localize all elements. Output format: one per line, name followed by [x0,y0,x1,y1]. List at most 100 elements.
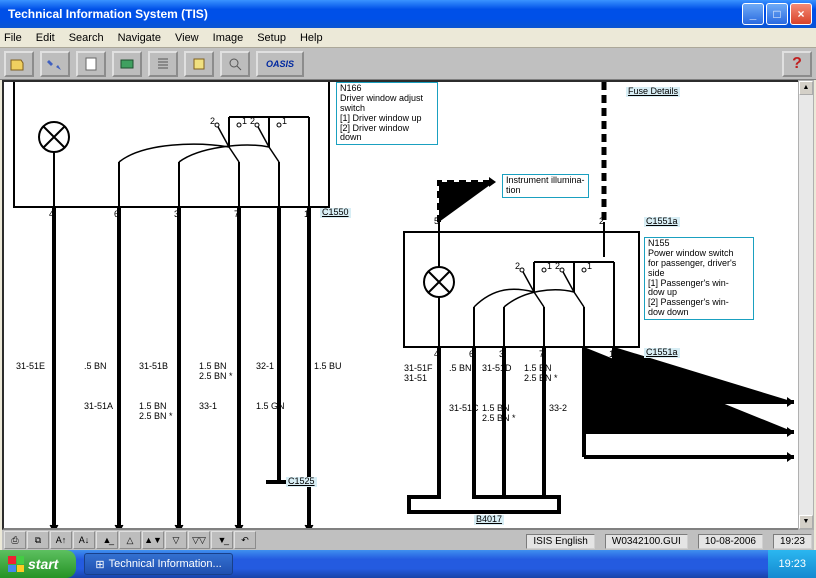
wire: 31-51B [139,362,168,372]
menu-search[interactable]: Search [69,32,104,44]
scroll-up-icon[interactable]: ▲ [799,81,813,95]
bb-last-icon[interactable]: ▽▽ [188,531,210,549]
status-time: 19:23 [773,534,812,549]
pin: 1 [609,350,614,360]
taskbar-app[interactable]: ⊞ Technical Information... [84,553,232,575]
diagram-canvas[interactable]: N166 Driver window adjust switch [1] Dri… [2,80,814,530]
menu-file[interactable]: File [4,32,22,44]
pin: 3 [174,210,179,220]
vertical-scrollbar[interactable]: ▲ ▼ [798,80,814,530]
wire: 33-2 [549,404,567,414]
bb-copy-icon[interactable]: ⧉ [27,531,49,549]
wire: 1.5 BN2.5 BN * [199,362,233,382]
wire: 31-51E [16,362,45,372]
pin: 2 [599,217,604,227]
menu-view[interactable]: View [175,32,199,44]
tb-tools-icon[interactable] [40,51,70,77]
wire: 33-1 [199,402,217,412]
conn-b4017[interactable]: B4017 [474,515,504,525]
titlebar: Technical Information System (TIS) _ □ × [0,0,816,28]
pin: 6 [114,210,119,220]
menu-navigate[interactable]: Navigate [118,32,161,44]
menu-image[interactable]: Image [213,32,244,44]
bb-down-icon[interactable]: ▽ [165,531,187,549]
pin: 7 [234,210,239,220]
tray-clock: 19:23 [778,558,806,570]
tb-doc-icon[interactable] [76,51,106,77]
wire: .5 BN [84,362,107,372]
toolbar: OASIS ? [0,48,816,80]
bb-print-icon[interactable]: ⎙ [4,531,26,549]
tb-help-icon[interactable]: ? [782,51,812,77]
bb-updown-icon[interactable]: ▲▼ [142,531,164,549]
pin: 7 [539,350,544,360]
bb-zoomin-icon[interactable]: A↑ [50,531,72,549]
wire: 31-51C [449,404,479,414]
pin: 1 [304,210,309,220]
pin: 1 [587,262,592,272]
wire: 31-51F31-51 [404,364,433,384]
tb-list-icon[interactable] [148,51,178,77]
box-n166: N166 Driver window adjust switch [1] Dri… [336,82,438,145]
pin: 2 [250,117,255,127]
bb-zoomout-icon[interactable]: A↓ [73,531,95,549]
pin: 2 [210,117,215,127]
wire: 1.5 BU/YE2.5 BU/YE * [629,364,677,384]
pin: 1 [547,262,552,272]
bb-up-icon[interactable]: △ [119,531,141,549]
maximize-button[interactable]: □ [766,3,788,25]
start-button[interactable]: start [0,550,76,578]
box-instr-illum: Instrument illumina-tion [502,174,589,198]
bb-first-icon[interactable]: ▲̲ [96,531,118,549]
wire: 31-51D [482,364,512,374]
menu-setup[interactable]: Setup [257,32,286,44]
conn-c1525[interactable]: C1525 [286,477,317,487]
menubar: File Edit Search Navigate View Image Set… [0,28,816,48]
wire: 1.5 GN [256,402,285,412]
wire: 1.5 GN/YE2.5 GN/YE * [589,412,638,432]
windows-logo-icon [8,556,24,572]
app-icon: ⊞ [95,558,104,571]
pin: 3 [499,350,504,360]
wire: 32-1 [256,362,274,372]
conn-c1551a-bot[interactable]: C1551a [644,348,680,358]
pin: 2 [515,262,520,272]
bb-bottom-icon[interactable]: ▼̲ [211,531,233,549]
wire: 31-51A [84,402,113,412]
minimize-button[interactable]: _ [742,3,764,25]
scroll-down-icon[interactable]: ▼ [799,515,813,529]
tb-open-icon[interactable] [4,51,34,77]
box-n155: N155 Power window switch for passenger, … [644,237,754,320]
wire: 1.5 BN2.5 BN * [139,402,173,422]
pin: 4 [49,210,54,220]
conn-c1551a-top[interactable]: C1551a [644,217,680,227]
menu-edit[interactable]: Edit [36,32,55,44]
tb-chip-icon[interactable] [112,51,142,77]
status-bar: ISIS English W0342100.GUI 10-08-2006 19:… [526,532,812,550]
system-tray[interactable]: 19:23 [768,550,816,578]
pin: 5 [434,217,439,227]
wire: 1.5 BN2.5 BN * [482,404,516,424]
status-file: W0342100.GUI [605,534,688,549]
wire: 1.5 BN2.5 BN * [524,364,558,384]
conn-c1550[interactable]: C1550 [320,208,351,218]
status-date: 10-08-2006 [698,534,763,549]
pin: 4 [434,350,439,360]
pin: 1 [242,117,247,127]
taskbar: start ⊞ Technical Information... 19:23 [0,550,816,578]
window-title: Technical Information System (TIS) [4,7,740,21]
link-fuse-details[interactable]: Fuse Details [626,87,680,97]
tb-oasis-button[interactable]: OASIS [256,51,304,77]
pin: 1 [282,117,287,127]
pin: 6 [469,350,474,360]
wire: .5 BN [449,364,472,374]
status-lang: ISIS English [526,534,594,549]
wire: 32-2 [589,364,607,374]
pin: 2 [555,262,560,272]
tb-sheet-icon[interactable] [184,51,214,77]
close-button[interactable]: × [790,3,812,25]
menu-help[interactable]: Help [300,32,323,44]
bb-return-icon[interactable]: ↶ [234,531,256,549]
wire: 1.5 BU [314,362,342,372]
tb-search-icon[interactable] [220,51,250,77]
